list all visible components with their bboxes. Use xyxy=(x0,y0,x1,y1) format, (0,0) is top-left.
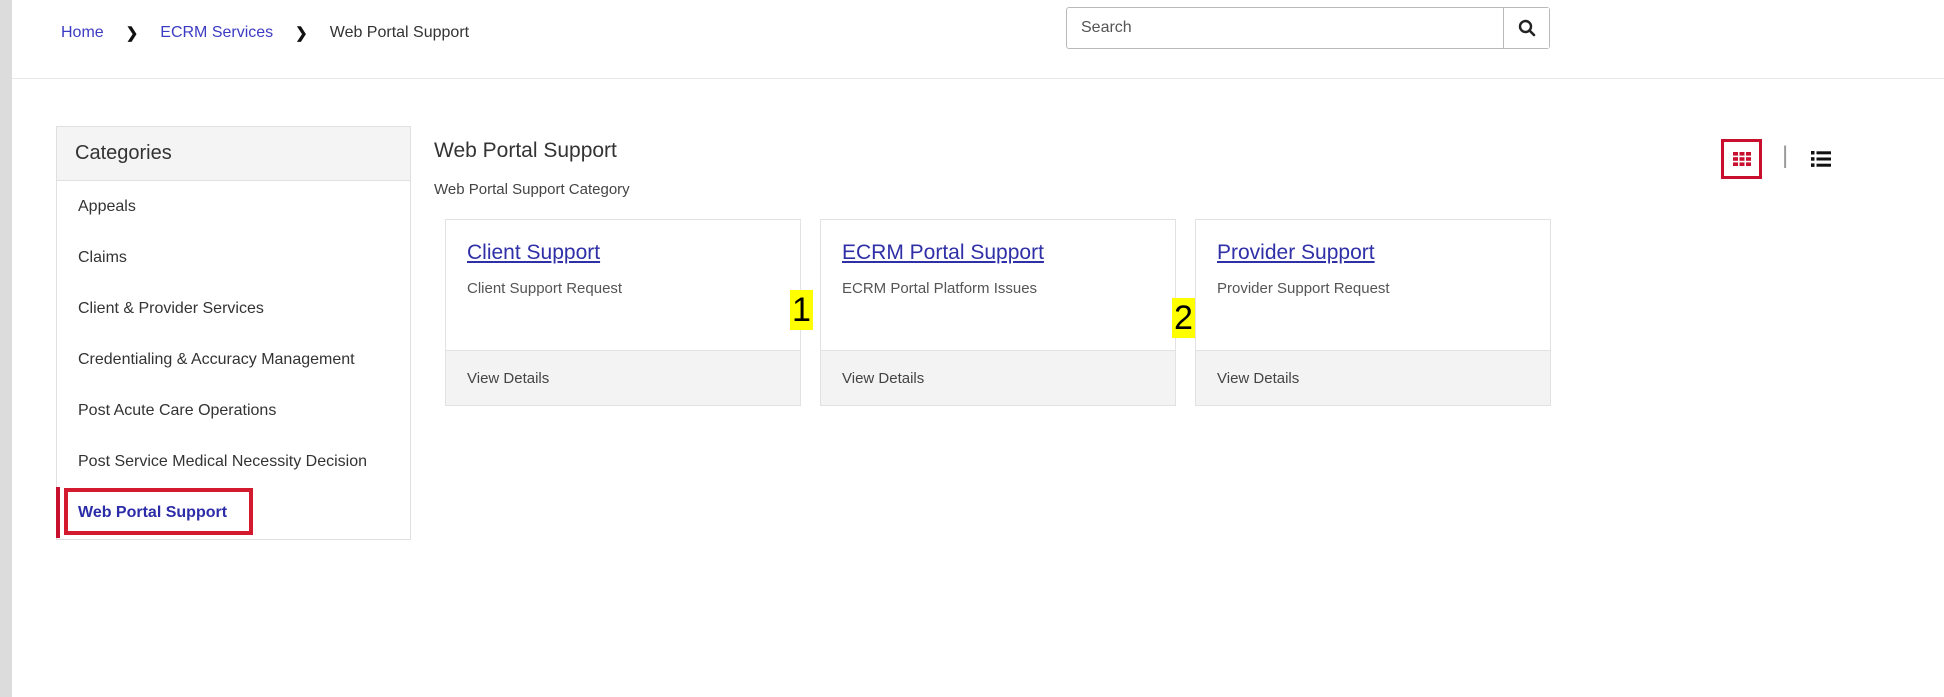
sidebar-item-label: Web Portal Support xyxy=(78,503,228,521)
page: Home ❯ ECRM Services ❯ Web Portal Suppor… xyxy=(12,0,1944,697)
card-body: Client Support Client Support Request xyxy=(446,220,800,351)
grid-view-button[interactable] xyxy=(1721,139,1762,179)
card-body: ECRM Portal Support ECRM Portal Platform… xyxy=(821,220,1175,351)
search-icon xyxy=(1518,19,1535,37)
card-description: ECRM Portal Platform Issues xyxy=(842,280,1038,297)
card-ecrm-portal-support: ECRM Portal Support ECRM Portal Platform… xyxy=(820,219,1176,406)
page-title: Web Portal Support xyxy=(434,139,617,162)
card-description: Provider Support Request xyxy=(1217,280,1390,297)
sidebar-item-web-portal-support[interactable]: Web Portal Support xyxy=(56,487,410,538)
sidebar-item-label: Client & Provider Services xyxy=(78,299,264,317)
breadcrumb-home[interactable]: Home xyxy=(61,24,104,42)
card-title-link[interactable]: Provider Support xyxy=(1217,241,1375,265)
breadcrumb: Home ❯ ECRM Services ❯ Web Portal Suppor… xyxy=(61,22,469,44)
card-description: Client Support Request xyxy=(467,280,623,297)
categories-sidebar: Categories Appeals Claims Client & Provi… xyxy=(56,126,411,540)
card-body: Provider Support Provider Support Reques… xyxy=(1196,220,1550,351)
list-view-button[interactable] xyxy=(1804,142,1838,176)
sidebar-header: Categories xyxy=(57,127,410,181)
sidebar-item-label: Credentialing & Accuracy Management xyxy=(78,350,355,368)
card-title-link[interactable]: Client Support xyxy=(467,241,600,265)
card-title-link[interactable]: ECRM Portal Support xyxy=(842,241,1044,265)
sidebar-item-claims[interactable]: Claims xyxy=(57,232,410,283)
sidebar-item-label: Appeals xyxy=(78,197,136,215)
view-details-button[interactable]: View Details xyxy=(446,350,800,405)
search-box xyxy=(1066,7,1550,49)
sidebar-item-label: Post Acute Care Operations xyxy=(78,401,277,419)
annotation-marker-1: 1 xyxy=(790,290,813,330)
chevron-right-icon: ❯ xyxy=(295,25,308,42)
sidebar-item-label: Post Service Medical Necessity Decision xyxy=(78,452,367,470)
page-subtitle: Web Portal Support Category xyxy=(434,181,630,198)
card-client-support: Client Support Client Support Request Vi… xyxy=(445,219,801,406)
card-provider-support: Provider Support Provider Support Reques… xyxy=(1195,219,1551,406)
search-button[interactable] xyxy=(1503,8,1549,48)
view-toggle-divider: | xyxy=(1782,142,1789,169)
sidebar-item-post-service-medical-necessity-decision[interactable]: Post Service Medical Necessity Decision xyxy=(57,436,410,487)
view-details-button[interactable]: View Details xyxy=(1196,350,1550,405)
sidebar-item-appeals[interactable]: Appeals xyxy=(57,181,410,232)
sidebar-item-label: Claims xyxy=(78,248,127,266)
active-indicator xyxy=(56,487,60,538)
breadcrumb-ecrm-services[interactable]: ECRM Services xyxy=(160,24,273,42)
sidebar-item-client-provider-services[interactable]: Client & Provider Services xyxy=(57,283,410,334)
view-details-button[interactable]: View Details xyxy=(821,350,1175,405)
grid-view-icon xyxy=(1732,152,1751,166)
header: Home ❯ ECRM Services ❯ Web Portal Suppor… xyxy=(12,0,1944,79)
search-input[interactable] xyxy=(1067,8,1503,48)
chevron-right-icon: ❯ xyxy=(125,25,139,42)
sidebar-item-credentialing-accuracy-management[interactable]: Credentialing & Accuracy Management xyxy=(57,334,410,385)
breadcrumb-current: Web Portal Support xyxy=(329,24,470,41)
sidebar-item-post-acute-care-operations[interactable]: Post Acute Care Operations xyxy=(57,385,410,436)
annotation-marker-2: 2 xyxy=(1172,298,1195,338)
list-view-icon xyxy=(1811,151,1831,167)
